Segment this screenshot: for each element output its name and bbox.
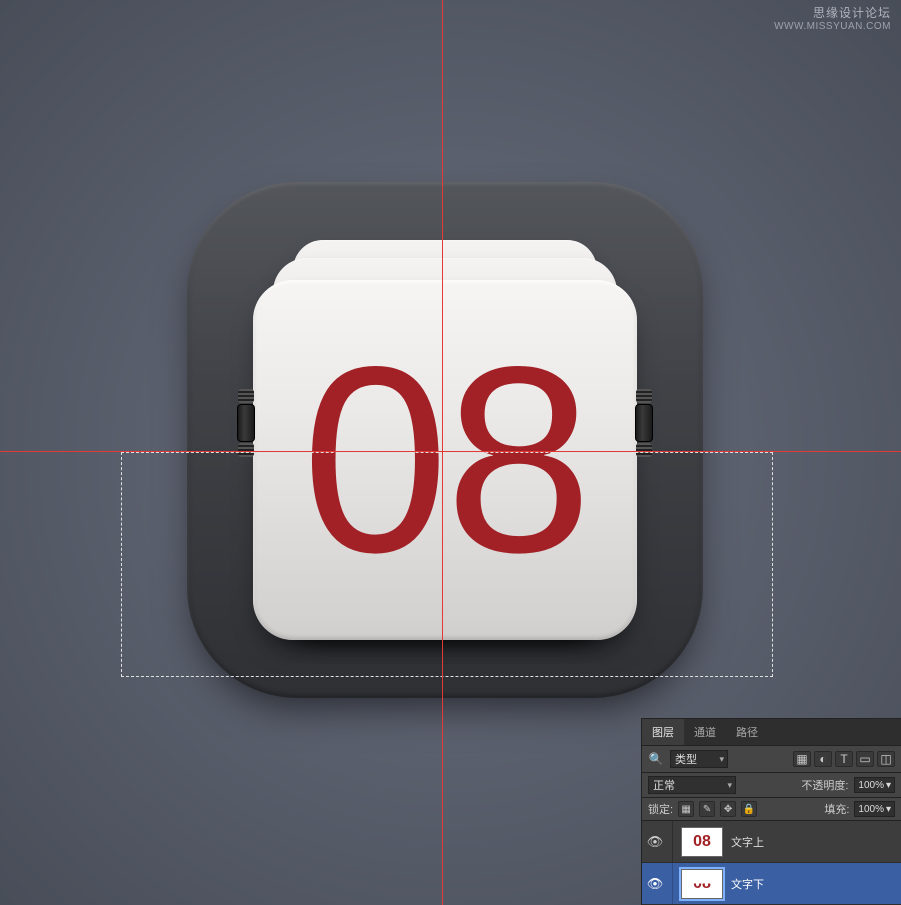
tab-paths[interactable]: 路径 (726, 719, 768, 745)
search-icon[interactable]: 🔍 (648, 751, 664, 767)
hinge-right (635, 404, 653, 442)
tab-channels[interactable]: 通道 (684, 719, 726, 745)
guide-horizontal[interactable] (0, 451, 901, 452)
layer-thumbnail[interactable]: 08 (681, 827, 723, 857)
lock-pixels-icon[interactable]: ▦ (678, 801, 694, 817)
layer-name[interactable]: 文字下 (731, 876, 897, 892)
guide-vertical[interactable] (442, 0, 443, 905)
image-filter-icon[interactable]: ▦ (793, 751, 811, 767)
layer-list: 👁 08 文字上 👁 08 文字下 (642, 821, 901, 905)
hinge-left (237, 404, 255, 442)
layer-item[interactable]: 👁 08 文字下 (642, 863, 901, 905)
shape-filter-icon[interactable]: ▭ (856, 751, 874, 767)
layer-thumbnail[interactable]: 08 (681, 869, 723, 899)
layers-panel[interactable]: 图层 通道 路径 🔍 类型 ▦ ◐ T ▭ ◫ 正常 不透明度: 100% ▾ … (641, 718, 901, 905)
text-filter-icon[interactable]: T (835, 751, 853, 767)
blend-mode-dropdown[interactable]: 正常 (648, 776, 736, 794)
tab-layers[interactable]: 图层 (642, 719, 684, 745)
watermark: 思缘设计论坛 WWW.MISSYUAN.COM (774, 6, 891, 34)
lock-all-icon[interactable]: 🔒 (741, 801, 757, 817)
card-front: 08 (253, 280, 637, 640)
lock-row: 锁定: ▦ ✎ ✥ 🔒 填充: 100% ▾ (642, 798, 901, 821)
fill-label: 填充: (824, 801, 849, 817)
blend-row: 正常 不透明度: 100% ▾ (642, 773, 901, 798)
smart-filter-icon[interactable]: ◫ (877, 751, 895, 767)
opacity-label: 不透明度: (801, 777, 848, 793)
opacity-field[interactable]: 100% ▾ (854, 777, 895, 793)
visibility-toggle-icon[interactable]: 👁 (646, 834, 664, 850)
watermark-title: 思缘设计论坛 (774, 6, 891, 20)
visibility-toggle-icon[interactable]: 👁 (646, 876, 664, 892)
watermark-url: WWW.MISSYUAN.COM (774, 20, 891, 34)
fill-field[interactable]: 100% ▾ (854, 801, 895, 817)
lock-position-icon[interactable]: ✥ (720, 801, 736, 817)
layer-item[interactable]: 👁 08 文字上 (642, 821, 901, 863)
panel-tabs: 图层 通道 路径 (642, 719, 901, 746)
flip-number: 08 (253, 280, 637, 640)
layer-name[interactable]: 文字上 (731, 834, 897, 850)
flip-clock-icon-base: 08 (187, 182, 703, 698)
layer-filter-row: 🔍 类型 ▦ ◐ T ▭ ◫ (642, 746, 901, 773)
filter-kind-dropdown[interactable]: 类型 (670, 750, 728, 768)
lock-label: 锁定: (648, 801, 673, 817)
lock-brush-icon[interactable]: ✎ (699, 801, 715, 817)
card-stack: 08 (253, 240, 637, 640)
adjust-filter-icon[interactable]: ◐ (814, 751, 832, 767)
